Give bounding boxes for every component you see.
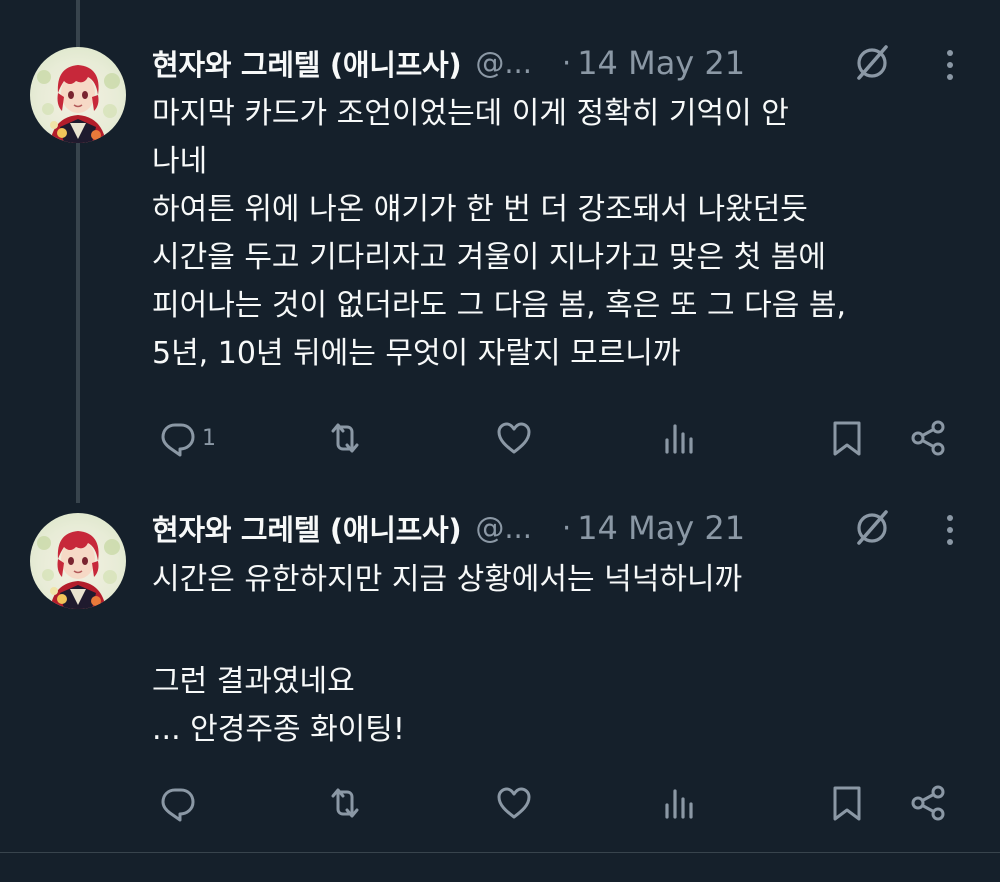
views-button[interactable] bbox=[660, 416, 704, 460]
timestamp[interactable]: 14 May 21 bbox=[577, 44, 745, 82]
retweet-button[interactable] bbox=[325, 781, 369, 825]
views-icon bbox=[660, 418, 700, 458]
separator-dot: · bbox=[561, 511, 572, 545]
tweet-body-line: 시간은 유한하지만 지금 상황에서는 넉넉하니까 bbox=[152, 562, 743, 597]
reply-button[interactable]: 1 bbox=[158, 416, 216, 460]
grok-icon[interactable] bbox=[852, 508, 892, 548]
bookmark-button[interactable] bbox=[828, 781, 868, 825]
retweet-icon bbox=[325, 418, 365, 458]
views-icon bbox=[660, 783, 700, 823]
tweet-actions bbox=[0, 781, 1000, 825]
tweet-body-line: 하여튼 위에 나온 얘기가 한 번 더 강조돼서 나왔던듯 bbox=[152, 192, 808, 227]
reply-icon bbox=[158, 418, 198, 458]
tweet-header: 현자와 그레텔 (애니프사) @... · 14 May 21 bbox=[152, 506, 745, 550]
bookmark-button[interactable] bbox=[828, 416, 868, 460]
tweet-header: 현자와 그레텔 (애니프사) @... · 14 May 21 bbox=[152, 41, 745, 85]
tweet-body-line: ... 안경주종 화이팅! bbox=[152, 712, 405, 747]
tweet-body-line: 마지막 카드가 조언이었는데 이게 정확히 기억이 안 bbox=[152, 96, 789, 131]
tweet-body: 시간은 유한하지만 지금 상황에서는 넉넉하니까 그런 결과였네요 ... 안경… bbox=[152, 556, 972, 754]
author-name[interactable]: 현자와 그레텔 (애니프사) bbox=[152, 42, 462, 84]
tweet-body-line: 피어나는 것이 없더라도 그 다음 봄, 혹은 또 그 다음 봄, bbox=[152, 288, 847, 323]
heart-icon bbox=[494, 418, 534, 458]
bookmark-icon bbox=[828, 783, 868, 823]
author-handle[interactable]: @... bbox=[475, 46, 532, 80]
author-name[interactable]: 현자와 그레텔 (애니프사) bbox=[152, 507, 462, 549]
grok-icon[interactable] bbox=[852, 43, 892, 83]
like-button[interactable] bbox=[494, 416, 538, 460]
heart-icon bbox=[494, 783, 534, 823]
share-icon bbox=[908, 418, 948, 458]
more-icon[interactable] bbox=[938, 509, 962, 549]
share-button[interactable] bbox=[908, 781, 948, 825]
avatar[interactable] bbox=[30, 47, 126, 143]
bottom-divider bbox=[0, 852, 1000, 853]
retweet-button[interactable] bbox=[325, 416, 369, 460]
avatar[interactable] bbox=[30, 513, 126, 609]
reply-button[interactable] bbox=[158, 781, 202, 825]
tweet-actions: 1 bbox=[0, 416, 1000, 460]
timestamp[interactable]: 14 May 21 bbox=[577, 509, 745, 547]
tweet-body-line: 나네 bbox=[152, 144, 208, 179]
views-button[interactable] bbox=[660, 781, 704, 825]
tweet-body-line: 5년, 10년 뒤에는 무엇이 자랄지 모르니까 bbox=[152, 336, 681, 371]
reply-count: 1 bbox=[202, 425, 216, 451]
share-icon bbox=[908, 783, 948, 823]
tweet-body: 마지막 카드가 조언이었는데 이게 정확히 기억이 안 나네 하여튼 위에 나온… bbox=[152, 90, 972, 378]
avatar-image bbox=[37, 531, 120, 609]
author-handle[interactable]: @... bbox=[475, 511, 532, 545]
retweet-icon bbox=[325, 783, 365, 823]
bookmark-icon bbox=[828, 418, 868, 458]
avatar-image bbox=[37, 65, 120, 143]
reply-icon bbox=[158, 783, 198, 823]
share-button[interactable] bbox=[908, 416, 948, 460]
separator-dot: · bbox=[561, 46, 572, 80]
like-button[interactable] bbox=[494, 781, 538, 825]
tweet-body-line: 그런 결과였네요 bbox=[152, 664, 355, 699]
more-icon[interactable] bbox=[938, 44, 962, 84]
tweet-body-line bbox=[152, 604, 972, 658]
tweet-body-line: 시간을 두고 기다리자고 겨울이 지나가고 맞은 첫 봄에 bbox=[152, 240, 826, 275]
